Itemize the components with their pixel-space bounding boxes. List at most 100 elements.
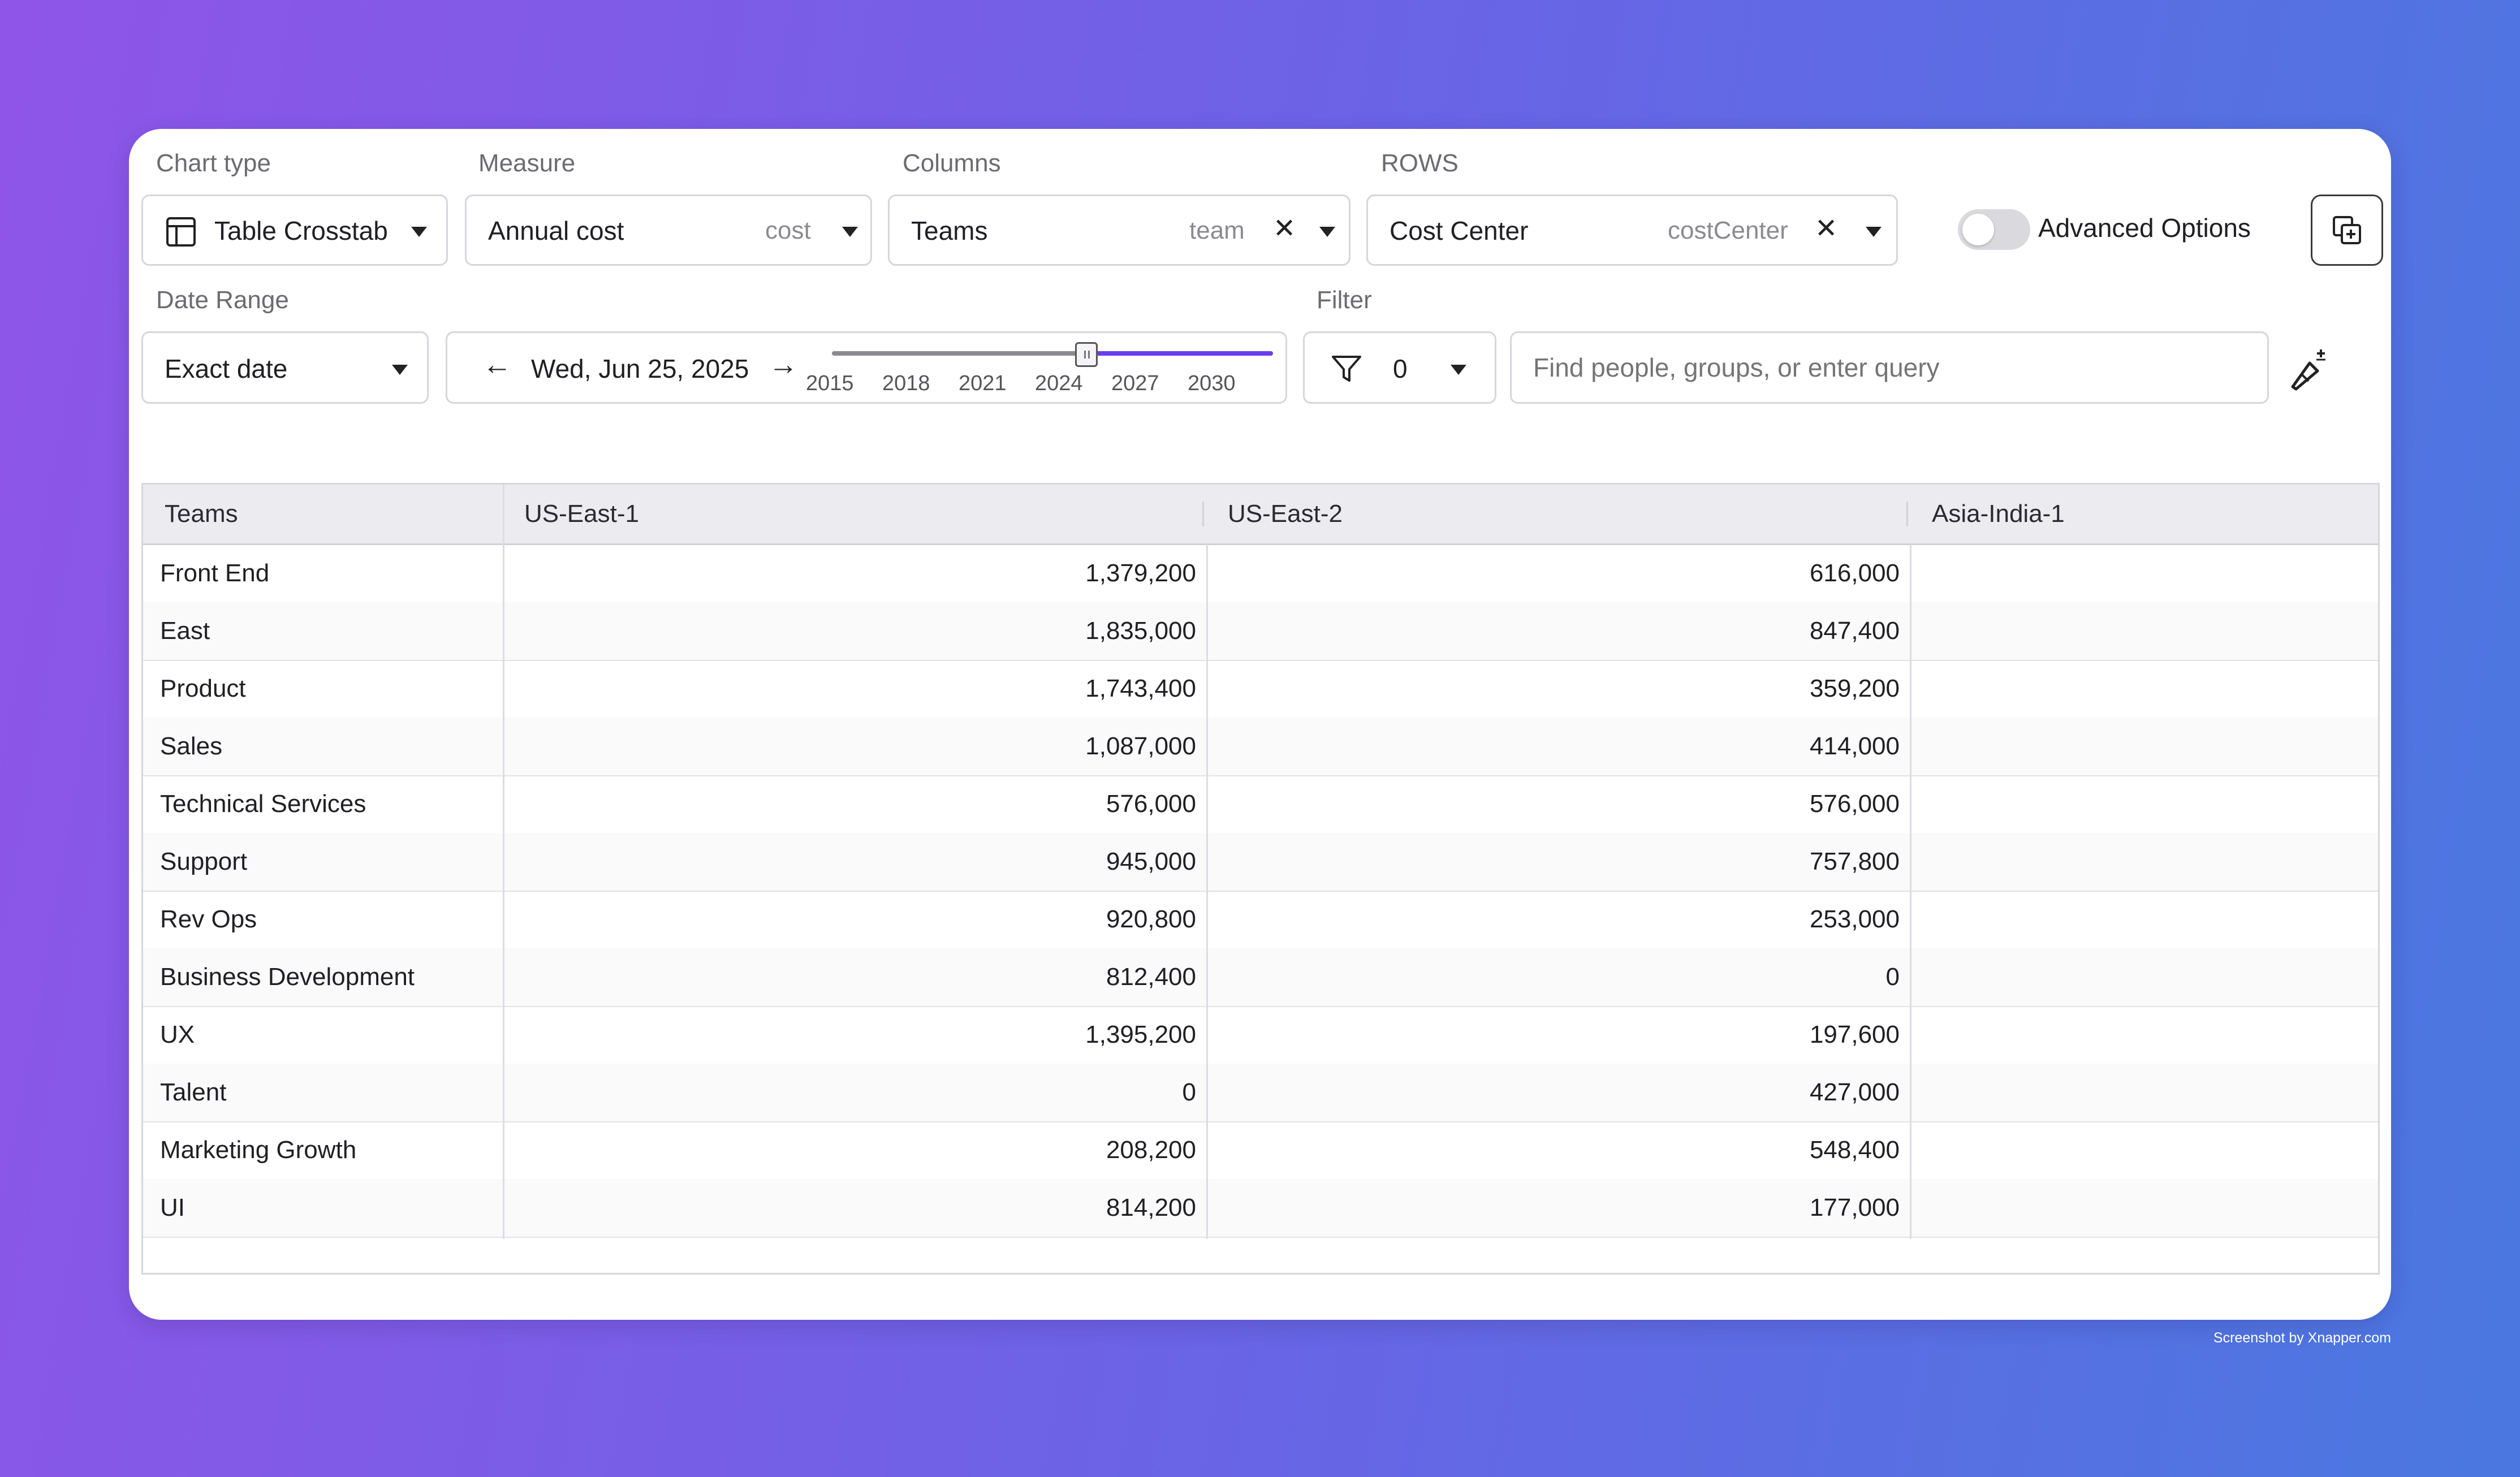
table-row[interactable]: Talent 0 427,000: [143, 1064, 2378, 1122]
table-header: Teams US-East-1 US-East-2 Asia-India-1: [143, 485, 2378, 545]
date-navigator: ← Wed, Jun 25, 2025 → 2015 2018 2021 2024 20…: [446, 331, 1287, 404]
table-cell: 1,743,400: [1085, 675, 1196, 702]
date-slider[interactable]: 2015 2018 2021 2024 2027 2030: [806, 342, 1273, 396]
table-cell: 616,000: [1809, 559, 1900, 587]
header-us-east-2[interactable]: US-East-2: [1228, 485, 1343, 543]
table-cell: [1913, 891, 2366, 948]
chevron-down-icon: [1866, 227, 1882, 237]
row-label: Technical Services: [160, 790, 366, 818]
table-cell: 1,395,200: [1085, 1021, 1196, 1048]
row-label: UX: [160, 1021, 195, 1048]
slider-thumb[interactable]: [1075, 342, 1098, 367]
clear-icon[interactable]: ✕: [1273, 215, 1296, 243]
date-range-label: Date Range: [156, 286, 289, 314]
slider-tick-label: 2015: [806, 372, 854, 395]
chevron-down-icon: [1319, 227, 1335, 237]
date-range-value: Exact date: [165, 354, 288, 383]
table-cell: [1913, 1006, 2366, 1064]
duplicate-button[interactable]: [2311, 195, 2383, 266]
slider-tick-label: 2030: [1188, 372, 1236, 395]
header-us-east-1[interactable]: US-East-1: [524, 485, 639, 543]
columns-hint: team: [1189, 217, 1245, 244]
header-asia-india-1[interactable]: Asia-India-1: [1932, 485, 2065, 543]
header-teams[interactable]: Teams: [165, 485, 238, 543]
row-label: Sales: [160, 732, 223, 760]
table-icon: [166, 217, 196, 247]
table-cell: 812,400: [1106, 963, 1196, 991]
rows-label: ROWS: [1381, 149, 1459, 177]
row-label: Talent: [160, 1078, 227, 1106]
chevron-down-icon: [411, 227, 427, 237]
row-label: Support: [160, 848, 248, 875]
table-cell: 0: [1885, 963, 1900, 991]
table-cell: 359,200: [1809, 675, 1900, 702]
table-cell: [1913, 545, 2366, 602]
magic-wand-icon[interactable]: [2284, 343, 2335, 394]
table-cell: 208,200: [1106, 1136, 1196, 1164]
columns-value: Teams: [911, 216, 988, 245]
slider-fill: [1086, 351, 1273, 356]
row-label: Business Development: [160, 963, 415, 991]
row-label: Marketing Growth: [160, 1136, 357, 1164]
table-row[interactable]: Marketing Growth 208,200 548,400: [143, 1121, 2378, 1180]
row-label: Product: [160, 675, 246, 702]
table-cell: 757,800: [1809, 848, 1900, 875]
table-cell: [1913, 1121, 2366, 1179]
table-cell: [1913, 775, 2366, 833]
slider-tick-label: 2027: [1111, 372, 1159, 395]
arrow-right-icon[interactable]: →: [769, 350, 798, 379]
screenshot-credit: Screenshot by Xnapper.com: [2213, 1330, 2391, 1346]
copy-icon: [2333, 216, 2361, 244]
columns-label: Columns: [903, 149, 1001, 177]
clear-icon[interactable]: ✕: [1815, 215, 1837, 243]
table-cell: 945,000: [1106, 848, 1196, 875]
table-row[interactable]: Product 1,743,400 359,200: [143, 660, 2378, 719]
table-cell: 197,600: [1809, 1021, 1900, 1048]
search-input[interactable]: [1510, 331, 2269, 404]
chevron-down-icon: [392, 365, 408, 375]
toggle-knob: [1962, 214, 1994, 245]
columns-select[interactable]: Teams team ✕: [888, 195, 1350, 266]
table-row[interactable]: Business Development 812,400 0: [143, 948, 2378, 1007]
measure-label: Measure: [478, 149, 576, 177]
filter-count: 0: [1393, 354, 1408, 383]
table-cell: [1913, 833, 2366, 891]
table-cell: 253,000: [1809, 905, 1900, 933]
current-date: Wed, Jun 25, 2025: [531, 354, 749, 383]
table-cell: 1,087,000: [1085, 732, 1196, 760]
crosstab-card: Chart type Measure Columns ROWS Table Cr…: [129, 129, 2391, 1320]
measure-value: Annual cost: [488, 216, 624, 245]
table-row[interactable]: Rev Ops 920,800 253,000: [143, 891, 2378, 949]
table-row[interactable]: UI 814,200 177,000: [143, 1179, 2378, 1238]
table-row[interactable]: East 1,835,000 847,400: [143, 602, 2378, 661]
row-label: UI: [160, 1194, 185, 1221]
table-cell: [1913, 660, 2366, 718]
measure-select[interactable]: Annual cost cost: [465, 195, 872, 266]
table-row[interactable]: Technical Services 576,000 576,000: [143, 775, 2378, 834]
table-cell: 847,400: [1809, 617, 1900, 645]
rows-select[interactable]: Cost Center costCenter ✕: [1366, 195, 1898, 266]
column-divider: [1206, 545, 1208, 1239]
advanced-options-toggle[interactable]: [1958, 209, 2030, 250]
table-cell: 177,000: [1809, 1194, 1900, 1221]
chart-type-label: Chart type: [156, 149, 271, 177]
table-cell: 1,379,200: [1085, 559, 1196, 587]
arrow-left-icon[interactable]: ←: [482, 350, 512, 379]
table-row[interactable]: Sales 1,087,000 414,000: [143, 718, 2378, 776]
chart-type-select[interactable]: Table Crosstab: [141, 195, 448, 266]
filter-select[interactable]: 0: [1303, 331, 1496, 404]
crosstab-table: Teams US-East-1 US-East-2 Asia-India-1 F…: [141, 483, 2380, 1275]
row-label: Front End: [160, 559, 270, 587]
column-divider: [1910, 545, 1911, 1239]
date-range-select[interactable]: Exact date: [141, 331, 429, 404]
chevron-down-icon: [842, 227, 858, 237]
row-label: East: [160, 617, 210, 645]
table-row[interactable]: Support 945,000 757,800: [143, 833, 2378, 892]
filter-icon: [1332, 356, 1361, 382]
table-row[interactable]: Front End 1,379,200 616,000: [143, 545, 2378, 603]
table-row[interactable]: UX 1,395,200 197,600: [143, 1006, 2378, 1065]
measure-hint: cost: [765, 217, 811, 244]
rows-hint: costCenter: [1668, 217, 1788, 244]
chevron-down-icon: [1451, 365, 1466, 375]
column-divider: [503, 485, 504, 1239]
